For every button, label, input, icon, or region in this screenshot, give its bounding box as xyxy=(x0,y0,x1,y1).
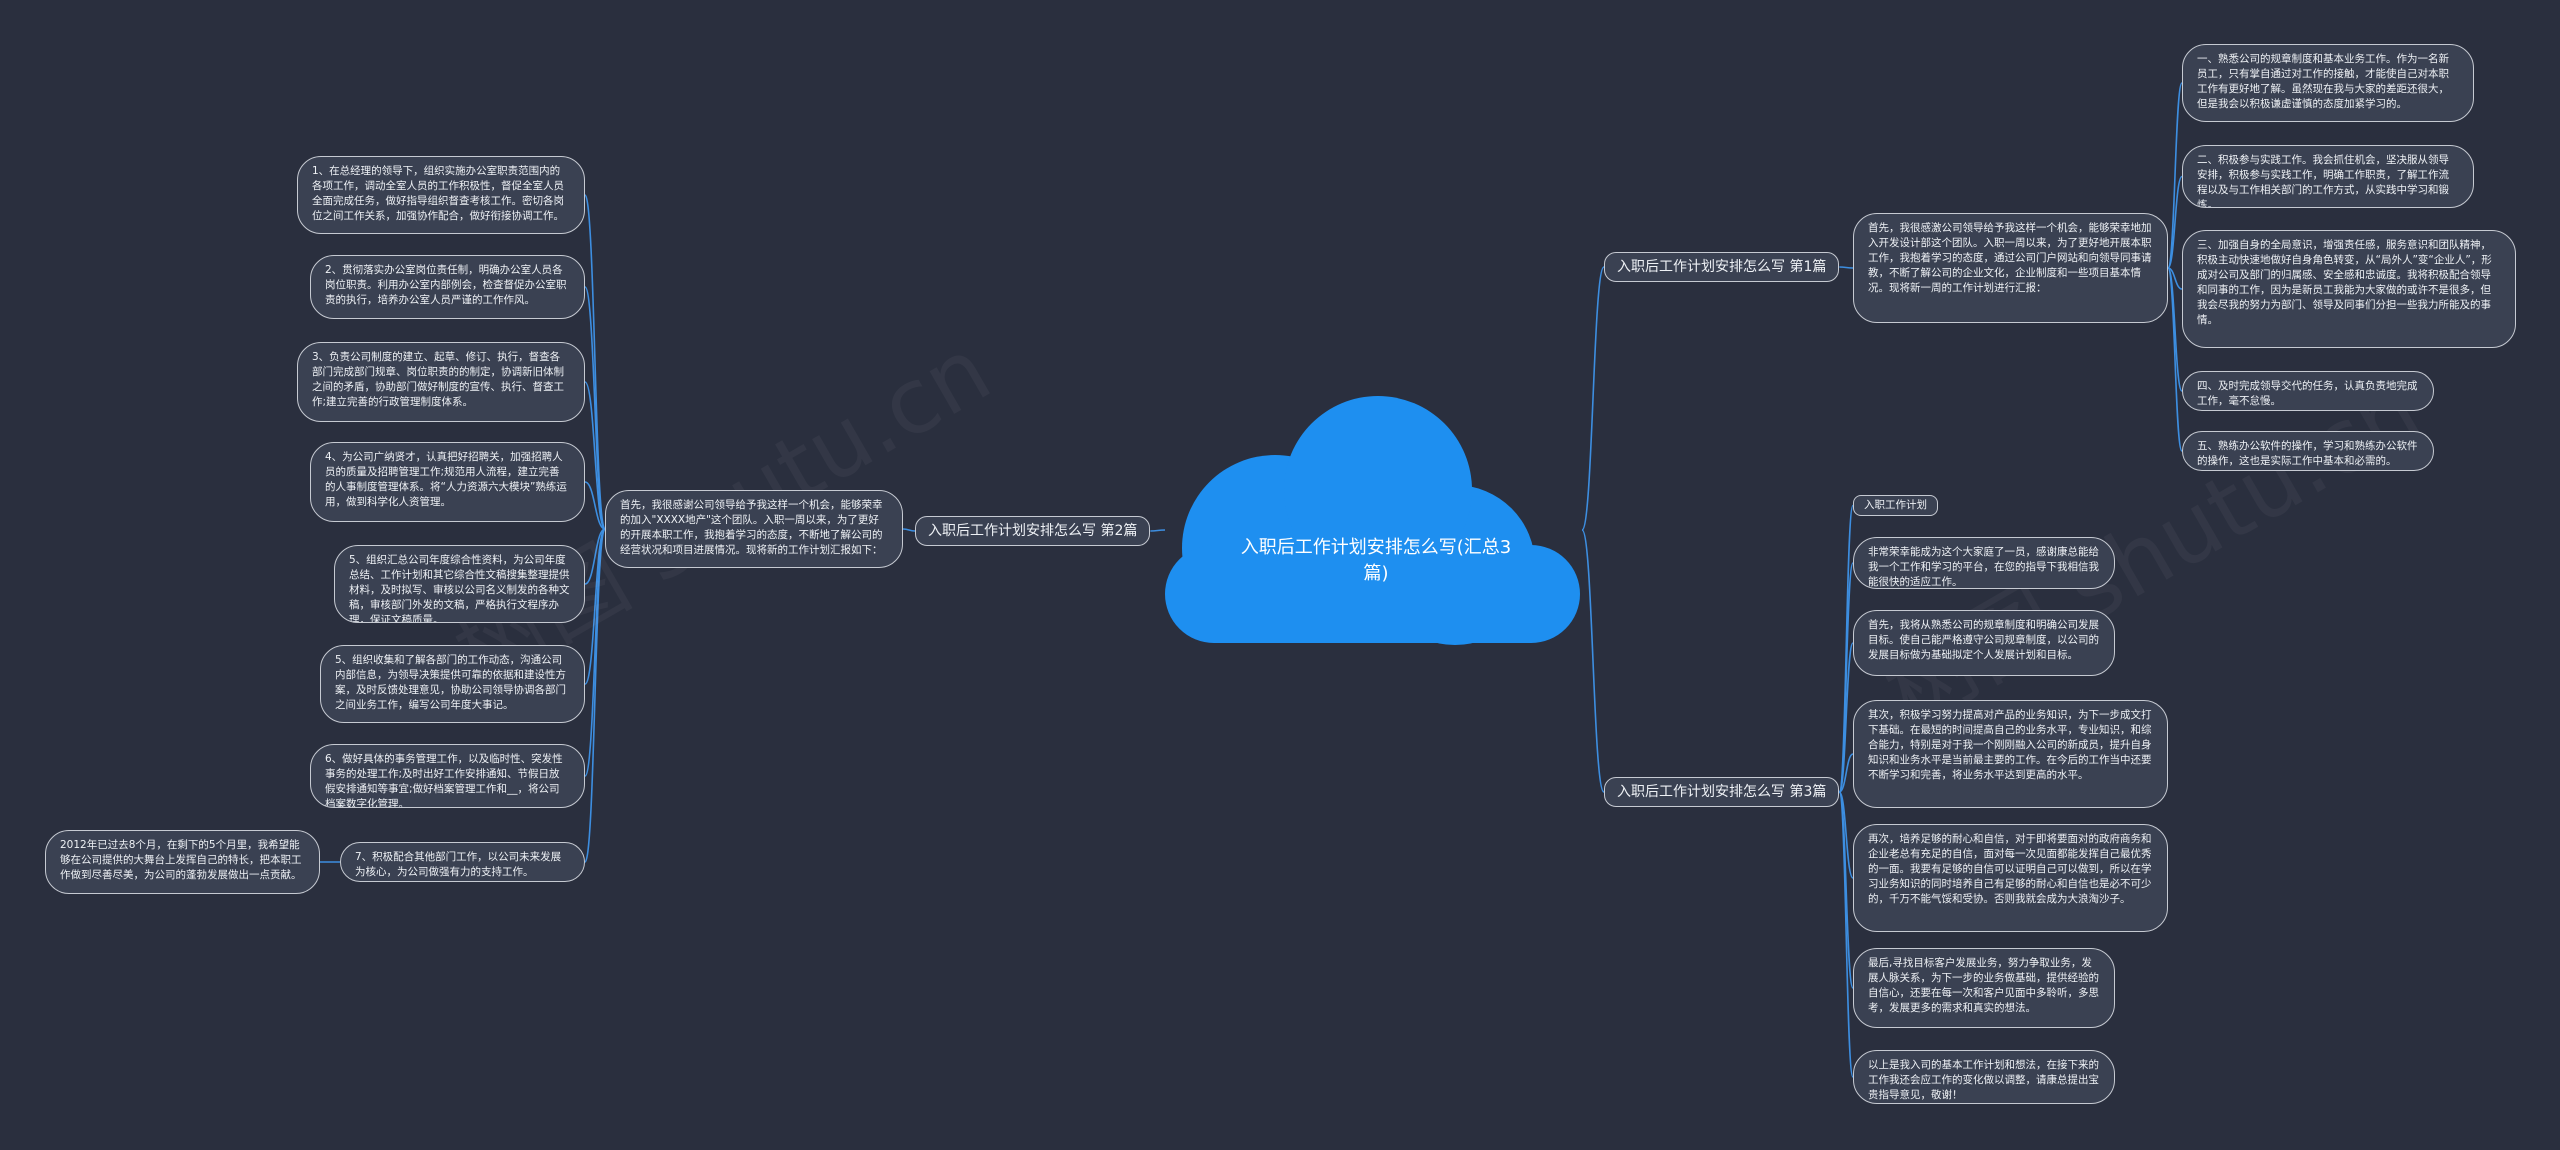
b1-item-4[interactable]: 四、及时完成领导交代的任务，认真负责地完成工作，毫不怠慢。 xyxy=(2182,371,2434,411)
b3-item-5[interactable]: 最后,寻找目标客户发展业务，努力争取业务，发展人脉关系，为下一步的业务做基础，提… xyxy=(1853,948,2115,1028)
edge-b3-item-1 xyxy=(1838,562,1854,793)
central-cloud[interactable] xyxy=(1165,396,1580,645)
b2-item-4[interactable]: 4、为公司广纳贤才，认真把好招聘关，加强招聘人员的质量及招聘管理工作;规范用人流… xyxy=(310,442,585,522)
branch-2-label[interactable]: 入职后工作计划安排怎么写 第2篇 xyxy=(915,516,1151,546)
edge-b2-item-7 xyxy=(584,528,606,777)
b2-item-3[interactable]: 3、负责公司制度的建立、起草、修订、执行，督查各部门完成部门规章、岗位职责的的制… xyxy=(297,342,585,422)
edge-b2-item-8 xyxy=(584,528,606,863)
edge-b1-intro xyxy=(1839,266,1854,269)
edge-center-b3 xyxy=(1581,529,1605,793)
b2-item-7[interactable]: 6、做好具体的事务管理工作，以及临时性、突发性事务的处理工作;及时出好工作安排通… xyxy=(310,744,585,808)
b2-item-5[interactable]: 5、组织汇总公司年度综合性资料，为公司年度总结、工作计划和其它综合性文稿搜集整理… xyxy=(334,545,585,623)
b2-item-8[interactable]: 7、积极配合其他部门工作，以公司未来发展为核心，为公司做强有力的支持工作。 xyxy=(340,842,585,882)
branch-1-label[interactable]: 入职后工作计划安排怎么写 第1篇 xyxy=(1604,252,1840,282)
b1-item-1[interactable]: 一、熟悉公司的规章制度和基本业务工作。作为一名新员工，只有掌自通过对工作的接触，… xyxy=(2182,44,2474,122)
edge-b2-item-2 xyxy=(584,286,606,530)
edge-b2-intro xyxy=(902,528,916,532)
b3-item-3[interactable]: 其次，积极学习努力提高对产品的业务知识，为下一步成文打下基础。在最短的时间提高自… xyxy=(1853,700,2168,808)
edge-b1-item-1 xyxy=(2167,82,2183,269)
edge-center-b2 xyxy=(1150,529,1166,532)
branch-3-label[interactable]: 入职后工作计划安排怎么写 第3篇 xyxy=(1604,777,1840,807)
b1-intro-node[interactable]: 首先，我很感激公司领导给予我这样一个机会，能够荣幸地加入开发设计部这个团队。入职… xyxy=(1853,213,2168,323)
b3-item-4[interactable]: 再次，培养足够的耐心和自信，对于即将要面对的政府商务和企业老总有充足的自信，面对… xyxy=(1853,824,2168,932)
b3-tag[interactable]: 入职工作计划 xyxy=(1853,495,1938,516)
central-title: 入职后工作计划安排怎么写(汇总3篇) xyxy=(1240,537,1512,584)
edge-b2-item-1 xyxy=(584,194,606,530)
b1-item-5[interactable]: 五、熟练办公软件的操作，学习和熟练办公软件的操作，这也是实际工作中基本和必需的。 xyxy=(2182,431,2434,471)
b3-item-6[interactable]: 以上是我入司的基本工作计划和想法，在接下来的工作我还会应工作的变化做以调整，请康… xyxy=(1853,1050,2115,1104)
b1-item-2[interactable]: 二、积极参与实践工作。我会抓住机会，坚决服从领导安排，积极参与实践工作，明确工作… xyxy=(2182,145,2474,208)
b2-item-1[interactable]: 1、在总经理的领导下，组织实施办公室职责范围内的各项工作，调动全室人员的工作积极… xyxy=(297,156,585,234)
b3-item-1[interactable]: 非常荣幸能成为这个大家庭了一员，感谢康总能给我一个工作和学习的平台，在您的指导下… xyxy=(1853,537,2115,589)
edge-center-b1 xyxy=(1581,266,1605,531)
b3-item-2[interactable]: 首先，我将从熟悉公司的规章制度和明确公司发展目标。使自己能严格遵守公司规章制度，… xyxy=(1853,610,2115,676)
b2-item-7-sub[interactable]: 2012年已过去8个月，在剩下的5个月里，我希望能够在公司提供的大舞台上发挥自己… xyxy=(45,830,320,894)
b2-item-2[interactable]: 2、贯彻落实办公室岗位责任制，明确办公室人员各岗位职责。利用办公室内部例会，检查… xyxy=(310,255,585,319)
b1-item-3[interactable]: 三、加强自身的全局意识，增强责任感，服务意识和团队精神，积极主动快速地做好自身角… xyxy=(2182,230,2516,348)
b2-item-6[interactable]: 5、组织收集和了解各部门的工作动态，沟通公司内部信息，为领导决策提供可靠的依据和… xyxy=(320,645,585,723)
b2-intro-node[interactable]: 首先，我很感谢公司领导给予我这样一个机会，能够荣幸的加入"XXXX地产"这个团队… xyxy=(605,490,903,568)
edge-b1-item-5 xyxy=(2167,267,2183,452)
